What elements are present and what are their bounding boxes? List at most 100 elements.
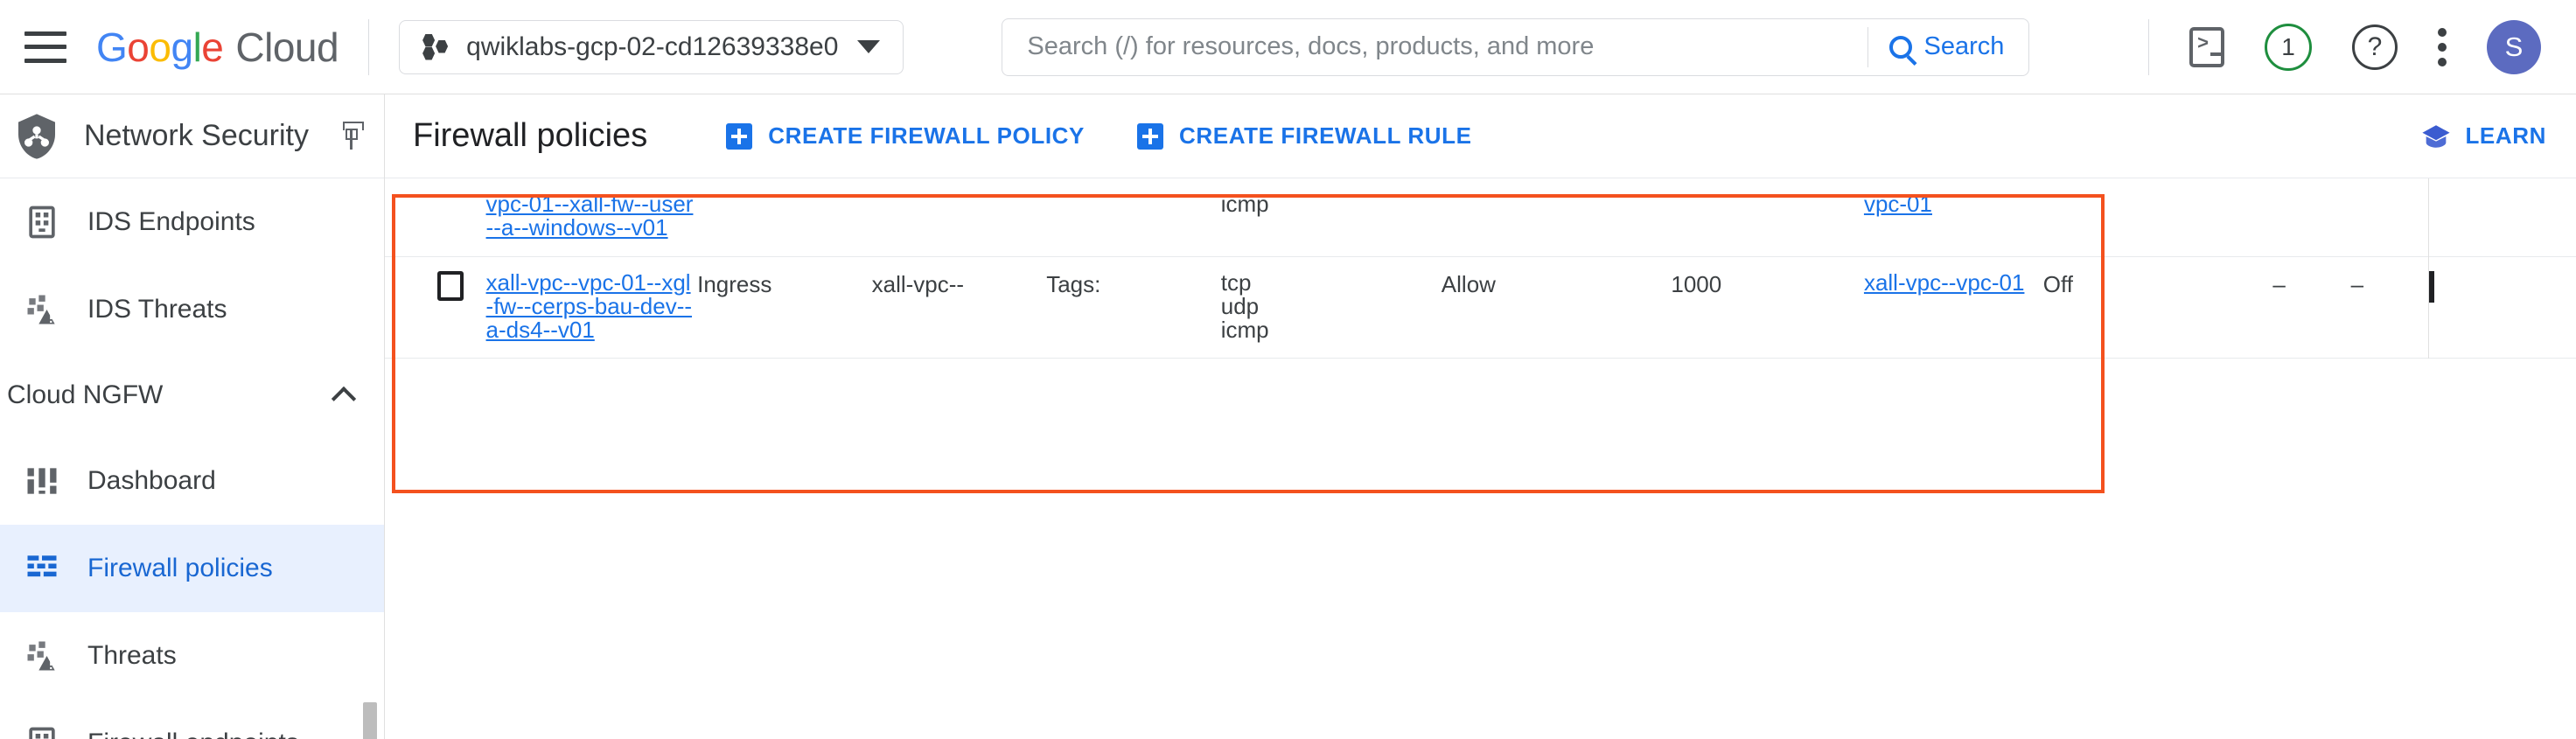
network-link[interactable]: xall-vpc--vpc-01 [1864, 270, 2043, 295]
sidebar-item-ids-threats[interactable]: IDS Threats [0, 266, 384, 353]
project-selector-icon [422, 33, 449, 60]
network-cell: vpc-01 [1864, 178, 2043, 256]
chevron-up-icon[interactable] [331, 386, 357, 412]
protocols-ports-cell: icmp [1221, 178, 1442, 256]
avatar-initial: S [2504, 31, 2524, 62]
priority-cell: 1000 [1671, 270, 1722, 297]
chevron-down-icon[interactable] [2429, 270, 2435, 303]
create-firewall-rule-button[interactable]: CREATE FIREWALL RULE [1137, 122, 1472, 150]
create-firewall-policy-button[interactable]: CREATE FIREWALL POLICY [726, 122, 1085, 150]
learn-graduation-icon [2421, 123, 2451, 150]
learn-label: LEARN [2465, 122, 2546, 149]
threats-icon [23, 637, 61, 675]
sidebar-item-firewall-endpoints[interactable]: Firewall endpoints [0, 700, 384, 739]
sidebar-item-label: Dashboard [87, 466, 216, 495]
table-row[interactable]: vpc-01--xall-fw--user--a--windows--v01 i… [385, 178, 2576, 257]
sidebar-product-title: Network Security [84, 119, 309, 152]
rule-name-cell: xall-vpc--vpc-01--xgl-fw--cerps-bau-dev-… [486, 256, 698, 359]
protocol-item: icmp [1220, 191, 1269, 217]
row-checkbox-cell [385, 256, 486, 359]
search-input[interactable] [1002, 18, 1867, 75]
hamburger-menu-icon[interactable] [24, 31, 66, 63]
logo-letter: G [96, 24, 128, 70]
create-firewall-policy-label: CREATE FIREWALL POLICY [768, 122, 1086, 149]
protocol-item: tcp [1220, 268, 1252, 296]
sidebar-item-label: IDS Endpoints [87, 207, 255, 236]
search-icon [1888, 35, 1912, 59]
chevron-down-icon [857, 40, 881, 53]
rule-name-link[interactable]: vpc-01--xall-fw--user--a--windows--v01 [486, 192, 698, 241]
action-cell: Allow [1441, 270, 1496, 297]
row-checkbox-cell [385, 178, 486, 256]
plus-square-icon [726, 122, 753, 150]
sidebar-section-cloud-ngfw[interactable]: Cloud NGFW [0, 353, 384, 437]
global-search-bar[interactable]: Search [1002, 17, 2030, 76]
sidebar-header: Network Security [0, 94, 384, 178]
divider [2148, 18, 2149, 75]
ids-threats-icon [23, 290, 61, 329]
firewall-policies-icon [23, 549, 61, 588]
protocols-ports-cell: tcp udp icmp [1221, 256, 1442, 359]
row-checkbox[interactable] [437, 270, 464, 301]
more-vert-icon[interactable] [2438, 27, 2447, 66]
project-selector[interactable]: qwiklabs-gcp-02-cd12639338e0 [399, 19, 904, 74]
avatar[interactable]: S [2487, 19, 2541, 74]
main-content: Firewall policies CREATE FIREWALL POLICY… [385, 94, 2576, 739]
logs-cell [2043, 178, 2273, 256]
hit-count-cell [2272, 178, 2350, 256]
project-name: qwiklabs-gcp-02-cd12639338e0 [466, 31, 839, 61]
targets-cell [872, 178, 1047, 256]
divider [368, 18, 370, 75]
logo-letter: g [171, 24, 193, 70]
sidebar-item-firewall-policies[interactable]: Firewall policies [0, 525, 384, 612]
hamburger-bar [24, 58, 66, 63]
notifications-count: 1 [2281, 32, 2295, 60]
google-cloud-logo[interactable]: Google Cloud [96, 24, 339, 71]
search-button-label: Search [1923, 32, 2005, 60]
sidebar-item-label: IDS Threats [87, 295, 227, 324]
pin-icon[interactable] [340, 121, 364, 151]
last-hit-cell [2351, 178, 2429, 256]
expand-cell [2428, 178, 2576, 257]
source-filters-cell [1046, 178, 1221, 256]
app-body: Network Security IDS Endpoints IDS Threa… [0, 94, 2576, 739]
sidebar-item-label: Threats [87, 641, 177, 670]
network-link[interactable]: vpc-01 [1864, 192, 2043, 216]
logo-letter: o [127, 24, 150, 70]
sidebar-scrollbar[interactable] [363, 702, 377, 739]
search-button[interactable]: Search [1868, 19, 2029, 75]
ids-endpoints-icon [23, 203, 61, 241]
top-app-bar: Google Cloud qwiklabs-gcp-02-cd12639338e… [0, 0, 2576, 94]
hamburger-bar [24, 31, 66, 36]
priority-cell [1671, 178, 1864, 256]
sidebar-item-label: Firewall policies [87, 554, 273, 582]
sidebar-item-ids-endpoints[interactable]: IDS Endpoints [0, 178, 384, 266]
firewall-rules-table-area: vpc-01--xall-fw--user--a--windows--v01 i… [385, 178, 2576, 739]
help-icon[interactable]: ? [2352, 24, 2398, 70]
rule-name-cell: vpc-01--xall-fw--user--a--windows--v01 [486, 178, 698, 256]
page-title: Firewall policies [413, 117, 648, 154]
create-firewall-rule-label: CREATE FIREWALL RULE [1179, 122, 1472, 149]
table-row[interactable]: xall-vpc--vpc-01--xgl-fw--cerps-bau-dev-… [385, 256, 2576, 359]
network-cell: xall-vpc--vpc-01 [1864, 256, 2043, 359]
sidebar-item-label: Firewall endpoints [87, 729, 299, 739]
sidebar-item-dashboard[interactable]: Dashboard [0, 437, 384, 525]
cloud-shell-icon[interactable] [2189, 26, 2224, 67]
page-header: Firewall policies CREATE FIREWALL POLICY… [385, 94, 2576, 178]
logo-letter: l [192, 24, 202, 70]
firewall-endpoints-icon [23, 724, 61, 739]
learn-button[interactable]: LEARN [2421, 122, 2546, 150]
direction-cell [697, 178, 872, 256]
expand-cell [2428, 256, 2576, 359]
firewall-rules-table: vpc-01--xall-fw--user--a--windows--v01 i… [385, 178, 2576, 359]
logo-cloud-word: Cloud [235, 24, 339, 70]
notifications-badge[interactable]: 1 [2265, 23, 2312, 71]
sidebar: Network Security IDS Endpoints IDS Threa… [0, 94, 385, 739]
direction-cell: Ingress [697, 270, 772, 297]
logo-letter: o [149, 24, 171, 70]
logs-cell: Off [2042, 270, 2073, 297]
targets-cell: xall-vpc-- [871, 270, 965, 297]
sidebar-item-threats[interactable]: Threats [0, 612, 384, 700]
protocol-item: udp [1220, 292, 1260, 319]
rule-name-link[interactable]: xall-vpc--vpc-01--xgl-fw--cerps-bau-dev-… [486, 270, 698, 343]
